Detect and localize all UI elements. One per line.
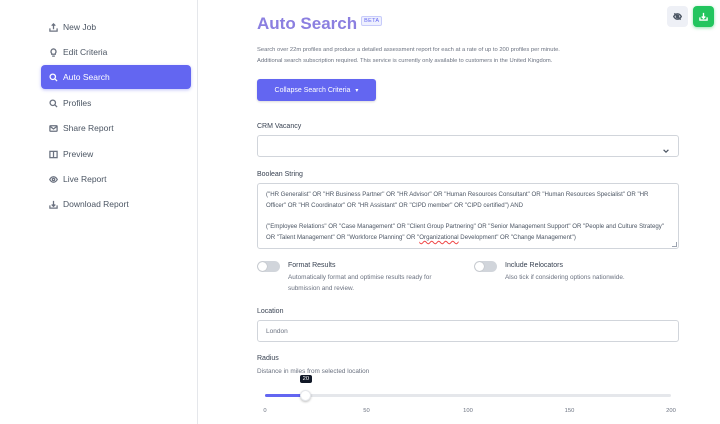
radius-description: Distance in miles from selected location xyxy=(257,368,370,375)
sidebar-item-label: New Job xyxy=(63,22,97,32)
resize-handle[interactable] xyxy=(672,242,677,247)
include-relocators-title: Include Relocators xyxy=(505,262,563,269)
radius-tick-label: 100 xyxy=(463,408,473,414)
mail-icon xyxy=(49,124,58,133)
format-results-option: Format Results Automatically format and … xyxy=(257,261,462,294)
radius-value-tooltip: 20 xyxy=(299,375,313,383)
collapse-button-label: Collapse Search Criteria xyxy=(274,86,351,94)
format-results-description: Automatically format and optimise result… xyxy=(288,274,432,292)
page-description: Search over 22m profiles and produce a d… xyxy=(257,45,657,67)
sidebar-item-label: Share Report xyxy=(63,123,114,133)
page-title: Auto Search xyxy=(257,14,358,33)
collapse-search-criteria-button[interactable]: Collapse Search Criteria ▾ xyxy=(257,79,376,101)
boolean-string-textarea[interactable]: ("HR Generalist" OR "HR Business Partner… xyxy=(257,183,679,249)
radius-tick-label: 50 xyxy=(363,408,370,414)
sidebar-item-edit-criteria[interactable]: Edit Criteria xyxy=(41,40,191,64)
hide-button[interactable] xyxy=(667,6,688,27)
radius-label: Radius xyxy=(257,355,279,362)
include-relocators-text: Include Relocators Also tick if consider… xyxy=(505,261,625,284)
eye-off-icon xyxy=(673,12,682,21)
app-root: New Job Edit Criteria Auto Search Profil… xyxy=(0,0,720,424)
sidebar-item-live-report[interactable]: Live Report xyxy=(41,167,191,191)
sidebar-item-auto-search[interactable]: Auto Search xyxy=(41,65,191,89)
include-relocators-toggle[interactable] xyxy=(474,261,497,272)
chevron-down-icon xyxy=(662,142,670,154)
radius-tick-label: 150 xyxy=(564,408,575,414)
sidebar: New Job Edit Criteria Auto Search Profil… xyxy=(0,0,198,424)
sidebar-item-download-report[interactable]: Download Report xyxy=(41,192,191,216)
download-button[interactable] xyxy=(693,6,714,27)
crm-vacancy-select[interactable] xyxy=(257,135,679,157)
boolean-string-paragraph: ("Employee Relations" OR "Case Managemen… xyxy=(266,222,670,244)
toggle-knob xyxy=(475,262,484,271)
boolean-text: Development" OR "Change Management") xyxy=(458,234,576,242)
sidebar-item-label: Download Report xyxy=(63,199,129,209)
sidebar-item-share-report[interactable]: Share Report xyxy=(41,116,191,140)
sidebar-item-label: Live Report xyxy=(63,174,107,184)
title-row: Auto Search BETA xyxy=(257,14,383,34)
sidebar-item-preview[interactable]: Preview xyxy=(41,142,191,166)
main-content: Auto Search BETA Search over 22m profile… xyxy=(257,0,679,424)
radius-tick-label: 0 xyxy=(263,408,267,414)
boolean-string-label: Boolean String xyxy=(257,171,303,178)
description-line: Additional search subscription required.… xyxy=(257,58,553,64)
eye-icon xyxy=(49,175,58,184)
format-results-title: Format Results xyxy=(288,262,336,269)
book-icon xyxy=(49,150,58,159)
chevron-down-icon: ▾ xyxy=(355,87,359,94)
sidebar-item-new-job[interactable]: New Job xyxy=(41,15,191,39)
top-actions xyxy=(662,6,714,27)
location-input[interactable]: London xyxy=(257,320,679,342)
sidebar-item-label: Profiles xyxy=(63,98,92,108)
boolean-string-paragraph: ("HR Generalist" OR "HR Business Partner… xyxy=(266,191,649,209)
format-results-text: Format Results Automatically format and … xyxy=(288,261,462,294)
radius-tick-label: 200 xyxy=(666,408,676,414)
radius-slider[interactable]: 20 xyxy=(265,375,671,401)
spellcheck-word: Organizational xyxy=(419,234,459,242)
toggle-knob xyxy=(258,262,267,271)
upload-icon xyxy=(49,22,58,32)
sidebar-item-label: Edit Criteria xyxy=(63,47,108,57)
include-relocators-description: Also tick if considering options nationw… xyxy=(505,274,625,281)
crm-vacancy-label: CRM Vacancy xyxy=(257,123,302,130)
description-line: Search over 22m profiles and produce a d… xyxy=(257,47,560,53)
search-icon xyxy=(49,98,58,108)
search-icon xyxy=(49,72,58,82)
download-icon xyxy=(699,12,708,21)
location-label: Location xyxy=(257,308,284,315)
radius-slider-thumb[interactable] xyxy=(300,390,312,401)
sidebar-item-profiles[interactable]: Profiles xyxy=(41,91,191,115)
sidebar-item-label: Auto Search xyxy=(63,72,110,82)
beta-badge: BETA xyxy=(361,16,383,26)
sidebar-item-label: Preview xyxy=(63,149,94,159)
include-relocators-option: Include Relocators Also tick if consider… xyxy=(474,261,679,284)
format-results-toggle[interactable] xyxy=(257,261,280,272)
lightbulb-icon xyxy=(49,47,58,57)
download-icon xyxy=(49,200,58,209)
